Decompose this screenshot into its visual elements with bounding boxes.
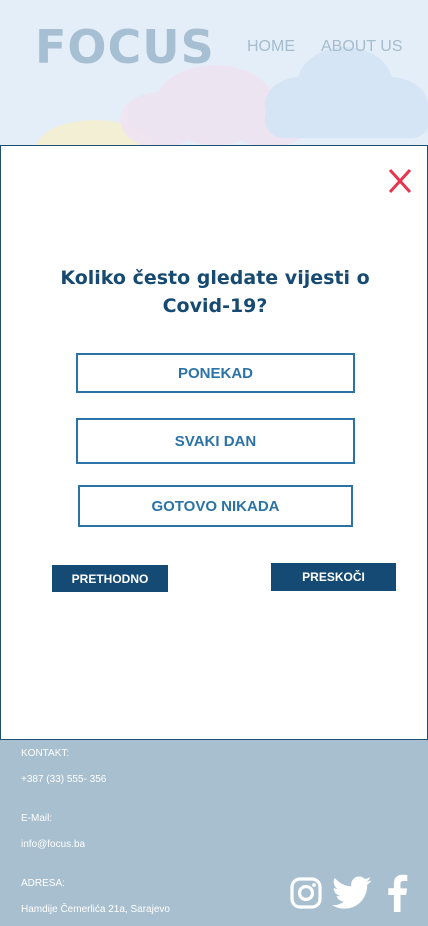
logo[interactable]: FOCUS	[35, 20, 215, 74]
survey-modal: Koliko često gledate vijesti o Covid-19?…	[0, 145, 428, 740]
address-label: ADRESA:	[21, 878, 65, 889]
facebook-icon[interactable]	[386, 874, 408, 912]
close-button[interactable]	[387, 166, 413, 196]
nav-home[interactable]: HOME	[247, 38, 295, 56]
close-icon	[388, 168, 412, 194]
instagram-icon[interactable]	[289, 876, 323, 910]
answer-svaki-dan-button[interactable]: SVAKI DAN	[76, 418, 355, 464]
header: FOCUS HOME ABOUT US	[0, 0, 428, 145]
answer-gotovo-nikada-button[interactable]: GOTOVO NIKADA	[78, 485, 353, 527]
address-text: Hamdije Čemerlića 21a, Sarajevo	[21, 904, 170, 915]
answer-ponekad-button[interactable]: PONEKAD	[76, 353, 355, 393]
contact-label: KONTAKT:	[21, 748, 70, 759]
email-label: E-Mail:	[21, 813, 53, 824]
nav-about-us[interactable]: ABOUT US	[321, 38, 403, 56]
previous-button[interactable]: PRETHODNO	[52, 565, 168, 592]
email-address[interactable]: info@focus.ba	[21, 839, 85, 850]
twitter-icon[interactable]	[332, 876, 372, 910]
skip-button[interactable]: PRESKOČI	[271, 563, 396, 591]
footer: KONTAKT: +387 (33) 555- 356 E-Mail: info…	[0, 740, 428, 926]
question-text: Koliko često gledate vijesti o Covid-19?	[60, 267, 370, 317]
phone-number[interactable]: +387 (33) 555- 356	[21, 774, 106, 785]
